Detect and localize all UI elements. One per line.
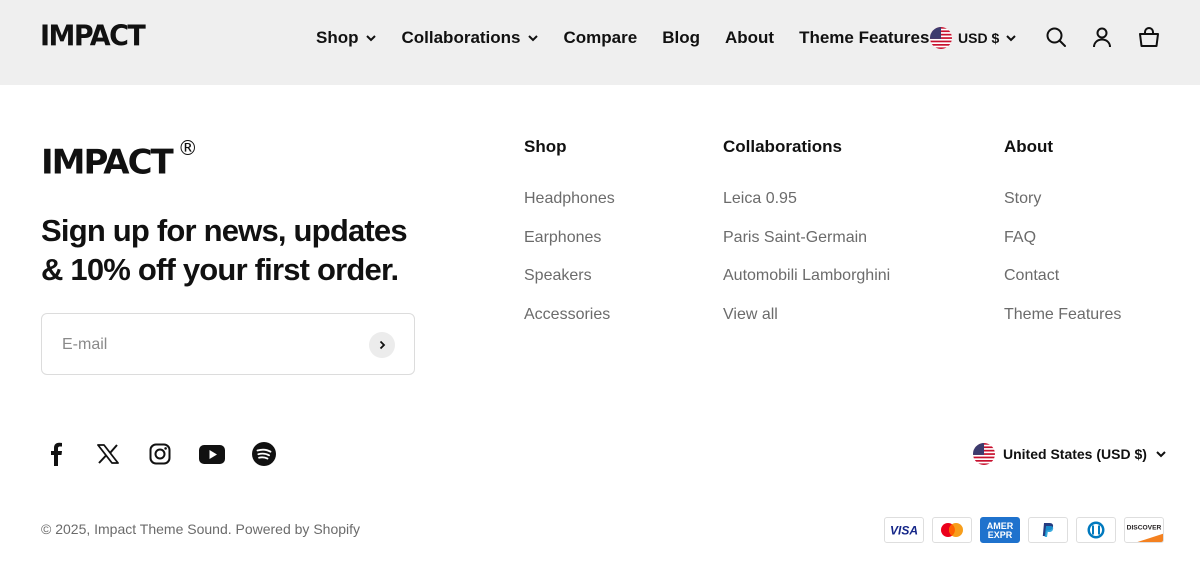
payment-methods: VISA AMER EXPR DISCOVER xyxy=(884,517,1164,543)
social-links xyxy=(43,441,303,467)
svg-text:DISCOVER: DISCOVER xyxy=(1127,525,1162,532)
nav-item-compare[interactable]: Compare xyxy=(564,28,638,48)
nav-item-collaborations[interactable]: Collaborations xyxy=(402,28,539,48)
footer-link[interactable]: View all xyxy=(723,305,890,325)
main-nav: Shop Collaborations Compare Blog About T… xyxy=(316,26,929,50)
column-title: Collaborations xyxy=(723,137,843,156)
nav-item-blog[interactable]: Blog xyxy=(662,28,700,48)
footer-column-collaborations: Collaborations Leica 0.95 Paris Saint-Ge… xyxy=(723,137,890,344)
chevron-down-icon xyxy=(1006,35,1016,42)
nav-item-about[interactable]: About xyxy=(725,28,774,48)
spotify-icon[interactable] xyxy=(251,441,277,467)
footer-link[interactable]: Theme Features xyxy=(1004,305,1121,325)
visa-icon: VISA xyxy=(884,517,924,543)
diners-club-icon xyxy=(1076,517,1116,543)
footer-link[interactable]: FAQ xyxy=(1004,228,1121,248)
newsletter-heading: Sign up for news, updates & 10% off your… xyxy=(41,213,408,287)
search-icon[interactable] xyxy=(1045,26,1067,48)
header-logo[interactable]: IMPACT xyxy=(40,21,146,53)
footer-link[interactable]: Earphones xyxy=(524,228,615,248)
copyright-text: © 2025, Impact Theme Sound. Powered by S… xyxy=(41,521,361,537)
nav-item-theme-features[interactable]: Theme Features xyxy=(799,28,929,48)
svg-text:VISA: VISA xyxy=(890,524,918,538)
chevron-down-icon xyxy=(527,35,538,42)
nav-item-label: Blog xyxy=(662,28,700,47)
american-express-icon: AMER EXPR xyxy=(980,517,1020,543)
newsletter-form xyxy=(41,313,415,375)
currency-label: USD $ xyxy=(958,30,1000,46)
registered-mark: ® xyxy=(177,136,198,160)
nav-item-shop[interactable]: Shop xyxy=(316,28,377,48)
country-selector[interactable]: United States (USD $) xyxy=(973,443,1167,465)
cart-icon[interactable] xyxy=(1138,26,1160,48)
youtube-icon[interactable] xyxy=(199,441,225,467)
footer-link[interactable]: Speakers xyxy=(524,266,615,286)
footer-link[interactable]: Accessories xyxy=(524,305,615,325)
chevron-down-icon xyxy=(365,35,376,42)
country-label: United States (USD $) xyxy=(1003,446,1147,462)
us-flag-icon xyxy=(973,443,995,465)
mastercard-icon xyxy=(932,517,972,543)
nav-item-label: Theme Features xyxy=(799,28,930,47)
instagram-icon[interactable] xyxy=(147,441,173,467)
nav-item-label: Collaborations xyxy=(401,28,521,47)
footer-link[interactable]: Paris Saint-Germain xyxy=(723,228,890,248)
discover-icon: DISCOVER xyxy=(1124,517,1164,543)
footer-link[interactable]: Automobili Lamborghini xyxy=(723,266,890,286)
paypal-icon xyxy=(1028,517,1068,543)
facebook-icon[interactable] xyxy=(43,441,69,467)
email-input[interactable] xyxy=(62,332,362,358)
x-icon[interactable] xyxy=(95,441,121,467)
chevron-down-icon xyxy=(1156,451,1166,458)
currency-selector[interactable]: USD $ xyxy=(930,27,1017,49)
footer-column-shop: Shop Headphones Earphones Speakers Acces… xyxy=(524,137,615,344)
footer-logo[interactable]: IMPACT ® xyxy=(41,134,198,182)
footer-link[interactable]: Story xyxy=(1004,189,1121,209)
chevron-right-icon xyxy=(379,340,386,350)
svg-text:EXPR: EXPR xyxy=(988,530,1013,540)
nav-item-label: Shop xyxy=(316,28,359,47)
footer-link[interactable]: Contact xyxy=(1004,266,1121,286)
nav-item-label: Compare xyxy=(563,28,638,47)
account-icon[interactable] xyxy=(1091,26,1113,48)
site-header: IMPACT Shop Collaborations Compare Blog … xyxy=(0,0,1200,85)
column-title: Shop xyxy=(524,137,567,156)
nav-item-label: About xyxy=(724,28,775,47)
footer-link[interactable]: Headphones xyxy=(524,189,615,209)
us-flag-icon xyxy=(930,27,952,49)
footer-logo-text: IMPACT xyxy=(41,142,174,183)
column-title: About xyxy=(1004,137,1054,156)
subscribe-button[interactable] xyxy=(369,332,395,358)
footer-column-about: About Story FAQ Contact Theme Features xyxy=(1004,137,1121,344)
footer-link[interactable]: Leica 0.95 xyxy=(723,189,890,209)
